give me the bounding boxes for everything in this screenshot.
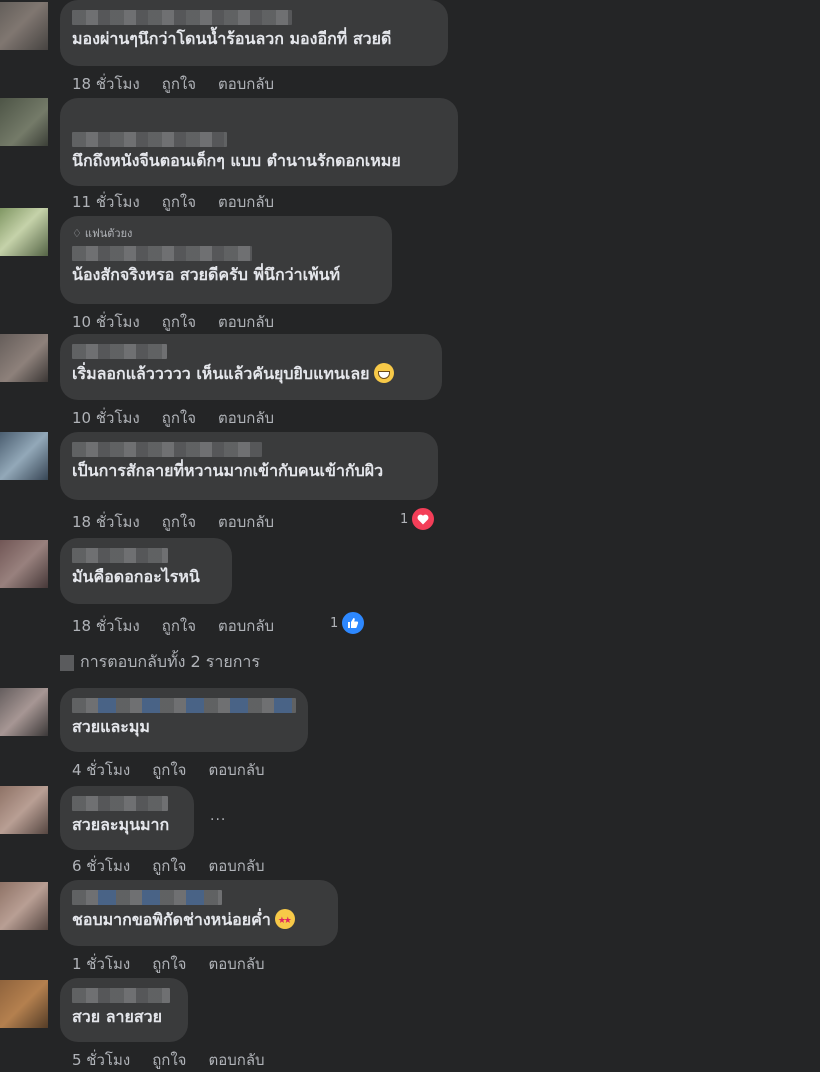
comment-bubble: ชอบมากขอพิกัดช่างหน่อยค่ำ <box>60 880 338 946</box>
reply-button[interactable]: ตอบกลับ <box>218 510 274 534</box>
like-button[interactable]: ถูกใจ <box>152 1048 186 1072</box>
comment-bubble: มันคือดอกอะไรหนิ <box>60 538 232 604</box>
comment-bubble: ♢ แฟนตัวยง น้องสักจริงหรอ สวยดีครับ พี่น… <box>60 216 392 304</box>
comment-time[interactable]: 18 ชั่วโมง <box>72 510 140 534</box>
like-button[interactable]: ถูกใจ <box>162 72 196 96</box>
comment-text: นึกถึงหนังจีนตอนเด็กๆ แบบ ตำนานรักดอกเหม… <box>72 151 401 170</box>
comment-time[interactable]: 1 ชั่วโมง <box>72 952 130 976</box>
comment-actions: 18 ชั่วโมง ถูกใจ ตอบกลับ <box>72 614 274 638</box>
heart-icon <box>410 506 437 532</box>
commenter-name[interactable] <box>72 10 292 25</box>
thumbs-up-icon <box>340 610 367 636</box>
comment-bubble: เป็นการสักลายที่หวานมากเข้ากับคนเข้ากับผ… <box>60 432 438 500</box>
comment-text: สวย ลายสวย <box>72 1007 162 1026</box>
comment-time[interactable]: 18 ชั่วโมง <box>72 614 140 638</box>
comment-bubble: สวยละมุนมาก <box>60 786 194 850</box>
like-button[interactable]: ถูกใจ <box>152 952 186 976</box>
view-replies-label: การตอบกลับทั้ง 2 รายการ <box>80 652 260 671</box>
comment-time[interactable]: 11 ชั่วโมง <box>72 190 140 214</box>
comment-actions: 10 ชั่วโมง ถูกใจ ตอบกลับ <box>72 406 274 430</box>
comment-actions: 6 ชั่วโมง ถูกใจ ตอบกลับ <box>72 854 265 878</box>
reply-button[interactable]: ตอบกลับ <box>218 72 274 96</box>
comment-text-content: เริ่มลอกแล้ววววว เห็นแล้วคันยุบยิบแทนเลย <box>72 364 370 383</box>
avatar[interactable] <box>0 882 48 930</box>
reaction-summary[interactable]: 1 <box>400 506 437 532</box>
comment-time[interactable]: 10 ชั่วโมง <box>72 310 140 334</box>
like-button[interactable]: ถูกใจ <box>162 614 196 638</box>
commenter-name[interactable] <box>72 698 296 713</box>
like-button[interactable]: ถูกใจ <box>162 190 196 214</box>
comment-time[interactable]: 5 ชั่วโมง <box>72 1048 130 1072</box>
comment-bubble: มองผ่านๆนึกว่าโดนน้ำร้อนลวก มองอีกที่ สว… <box>60 0 448 66</box>
avatar[interactable] <box>0 786 48 834</box>
comment-text-content: ชอบมากขอพิกัดช่างหน่อยค่ำ <box>72 910 271 929</box>
comment-actions: 18 ชั่วโมง ถูกใจ ตอบกลับ <box>72 510 274 534</box>
reply-button[interactable]: ตอบกลับ <box>208 854 264 878</box>
avatar[interactable] <box>0 980 48 1028</box>
avatar[interactable] <box>0 208 48 256</box>
reply-button[interactable]: ตอบกลับ <box>208 1048 264 1072</box>
comment-actions: 4 ชั่วโมง ถูกใจ ตอบกลับ <box>72 758 265 782</box>
star-struck-emoji-icon <box>274 909 295 931</box>
comment-actions: 1 ชั่วโมง ถูกใจ ตอบกลับ <box>72 952 265 976</box>
avatar[interactable] <box>0 98 48 146</box>
diamond-icon: ♢ <box>72 226 82 240</box>
avatar[interactable] <box>0 540 48 588</box>
comment-text: ชอบมากขอพิกัดช่างหน่อยค่ำ <box>72 909 326 931</box>
comment-text: น้องสักจริงหรอ สวยดีครับ พี่นึกว่าเพ้นท์ <box>72 265 341 284</box>
comment-text: สวยและมุม <box>72 717 150 736</box>
comment-actions: 10 ชั่วโมง ถูกใจ ตอบกลับ <box>72 310 274 334</box>
comment-time[interactable]: 18 ชั่วโมง <box>72 72 140 96</box>
commenter-name[interactable] <box>72 548 168 563</box>
commenter-name[interactable] <box>72 988 170 1003</box>
reaction-count: 1 <box>400 511 409 527</box>
reply-button[interactable]: ตอบกลับ <box>218 406 274 430</box>
view-replies-link[interactable]: การตอบกลับทั้ง 2 รายการ <box>60 650 260 675</box>
like-button[interactable]: ถูกใจ <box>152 758 186 782</box>
more-options-icon[interactable]: ... <box>210 808 226 824</box>
avatar[interactable] <box>0 2 48 50</box>
reaction-summary[interactable]: 1 <box>330 610 367 636</box>
comment-text: มองผ่านๆนึกว่าโดนน้ำร้อนลวก มองอีกที่ สว… <box>72 29 392 48</box>
reaction-count: 1 <box>330 615 339 631</box>
commenter-name[interactable] <box>72 344 167 359</box>
like-button[interactable]: ถูกใจ <box>162 510 196 534</box>
avatar[interactable] <box>0 334 48 382</box>
commenter-name[interactable] <box>72 796 168 811</box>
reply-button[interactable]: ตอบกลับ <box>208 952 264 976</box>
grin-emoji-icon <box>373 363 394 383</box>
comment-bubble: สวยและมุม <box>60 688 308 752</box>
avatar[interactable] <box>0 432 48 480</box>
comment-text: เริ่มลอกแล้ววววว เห็นแล้วคันยุบยิบแทนเลย <box>72 363 430 384</box>
avatar[interactable] <box>0 688 48 736</box>
reply-button[interactable]: ตอบกลับ <box>218 310 274 334</box>
comment-actions: 18 ชั่วโมง ถูกใจ ตอบกลับ <box>72 72 274 96</box>
reply-button[interactable]: ตอบกลับ <box>218 614 274 638</box>
comment-text: มันคือดอกอะไรหนิ <box>72 567 200 586</box>
comment-bubble: สวย ลายสวย <box>60 978 188 1042</box>
comment-actions: 11 ชั่วโมง ถูกใจ ตอบกลับ <box>72 190 274 214</box>
commenter-name[interactable] <box>72 246 252 261</box>
comment-time[interactable]: 4 ชั่วโมง <box>72 758 130 782</box>
commenter-name[interactable] <box>72 442 262 457</box>
reply-arrow-icon <box>60 654 74 671</box>
comment-bubble: นึกถึงหนังจีนตอนเด็กๆ แบบ ตำนานรักดอกเหม… <box>60 98 458 186</box>
comment-actions: 5 ชั่วโมง ถูกใจ ตอบกลับ <box>72 1048 265 1072</box>
commenter-name[interactable] <box>72 890 222 905</box>
like-button[interactable]: ถูกใจ <box>162 406 196 430</box>
comment-text: เป็นการสักลายที่หวานมากเข้ากับคนเข้ากับผ… <box>72 461 384 480</box>
like-button[interactable]: ถูกใจ <box>152 854 186 878</box>
reply-button[interactable]: ตอบกลับ <box>218 190 274 214</box>
top-fan-badge: ♢ แฟนตัวยง <box>72 224 380 242</box>
comment-time[interactable]: 10 ชั่วโมง <box>72 406 140 430</box>
comment-text: สวยละมุนมาก <box>72 815 170 834</box>
badge-label: แฟนตัวยง <box>84 227 133 240</box>
like-button[interactable]: ถูกใจ <box>162 310 196 334</box>
reply-button[interactable]: ตอบกลับ <box>208 758 264 782</box>
commenter-name[interactable] <box>72 132 227 147</box>
comment-time[interactable]: 6 ชั่วโมง <box>72 854 130 878</box>
comment-bubble: เริ่มลอกแล้ววววว เห็นแล้วคันยุบยิบแทนเลย <box>60 334 442 400</box>
